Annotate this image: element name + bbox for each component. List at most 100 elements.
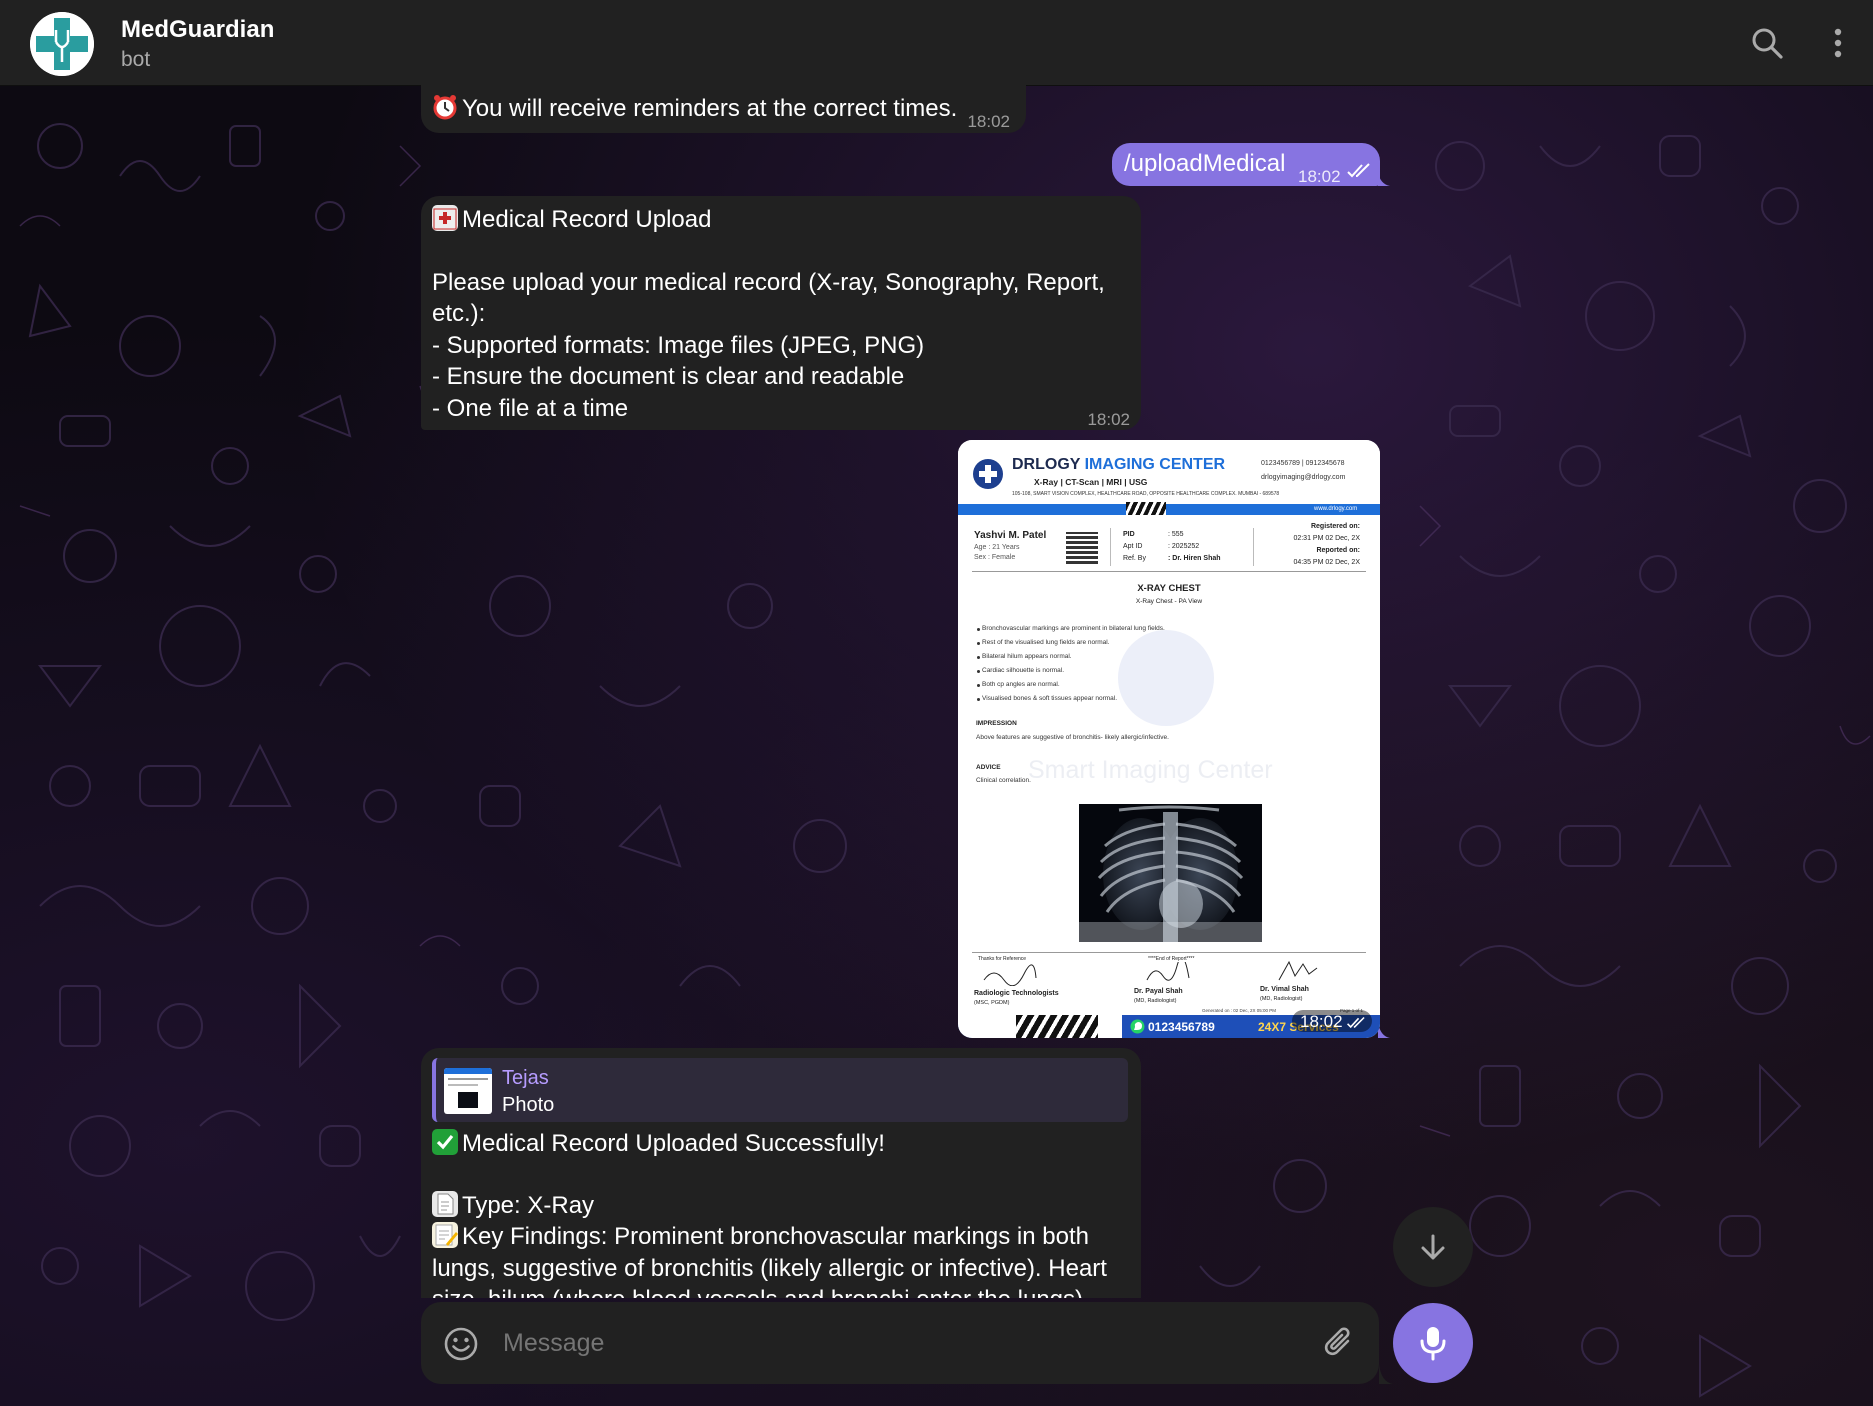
message-input[interactable] bbox=[503, 1320, 1283, 1366]
double-check-icon bbox=[1347, 1016, 1365, 1029]
reply-author: Tejas bbox=[502, 1067, 549, 1089]
signatory-1-name: Radiologic Technologists bbox=[974, 990, 1059, 997]
apt-value: : 2025252 bbox=[1168, 543, 1200, 550]
message-line: - One file at a time bbox=[432, 395, 629, 422]
hospital-icon bbox=[432, 205, 458, 231]
message-text: You will receive reminders at the correc… bbox=[462, 95, 958, 122]
reported-label: Reported on: bbox=[1316, 547, 1360, 554]
signatory-2-name: Dr. Payal Shah bbox=[1134, 988, 1183, 995]
generated-on: Generated on : 02 Dec, 2X 05:00 PM bbox=[1202, 1008, 1277, 1013]
reported-value: 04:35 PM 02 Dec, 2X bbox=[1293, 559, 1360, 566]
center-services: X-Ray | CT-Scan | MRI | USG bbox=[1034, 477, 1148, 487]
exam-subtitle: X-Ray Chest - PA View bbox=[1135, 598, 1203, 605]
center-phone: 0123456789 | 0912345678 bbox=[1261, 460, 1345, 467]
smile-icon[interactable] bbox=[443, 1326, 479, 1362]
double-check-icon bbox=[1347, 163, 1370, 178]
advice-label: ADVICE bbox=[976, 764, 1001, 771]
message-time: 18:02 bbox=[967, 112, 1010, 131]
exam-title: X-RAY CHEST bbox=[1137, 583, 1201, 594]
more-vertical-icon bbox=[1834, 28, 1842, 58]
findings-text: lungs, suggestive of bronchitis (likely … bbox=[432, 1255, 1107, 1282]
record-type: Type: X-Ray bbox=[462, 1192, 595, 1219]
advice-text: Clinical correlation. bbox=[976, 777, 1031, 784]
message-upload-prompt[interactable]: Medical Record Upload Please upload your… bbox=[421, 196, 1141, 430]
microphone-icon bbox=[1420, 1327, 1446, 1361]
findings-text: size, hilum (where blood vessels and bro… bbox=[432, 1284, 1090, 1298]
finding-item: Cardiac silhouette is normal. bbox=[982, 667, 1065, 674]
apt-label: Apt ID bbox=[1123, 543, 1143, 550]
findings-text: Key Findings: Prominent bronchovascular … bbox=[462, 1223, 1089, 1250]
signatory-3-name: Dr. Vimal Shah bbox=[1260, 986, 1309, 993]
pid-value: : 555 bbox=[1168, 531, 1184, 538]
message-line: etc.): bbox=[432, 300, 486, 327]
message-time: 18:02 bbox=[1298, 167, 1341, 186]
impression-label: IMPRESSION bbox=[976, 720, 1017, 727]
pid-label: PID bbox=[1123, 531, 1135, 538]
patient-age: Age : 21 Years bbox=[974, 544, 1020, 551]
message-title: Medical Record Upload bbox=[462, 206, 712, 233]
finding-item: Bilateral hilum appears normal. bbox=[982, 653, 1072, 660]
patient-name: Yashvi M. Patel bbox=[974, 530, 1047, 541]
registered-label: Registered on: bbox=[1310, 523, 1360, 530]
message-text: /uploadMedical bbox=[1124, 150, 1286, 177]
whatsapp-icon bbox=[1130, 1019, 1145, 1034]
finding-item: Both cp angles are normal. bbox=[982, 681, 1060, 688]
center-website: www.drlogy.com bbox=[1314, 506, 1358, 512]
center-email: drlogyimaging@drlogy.com bbox=[1261, 474, 1346, 481]
message-upload-success[interactable]: Tejas Photo Medical Record Uploaded Succ… bbox=[421, 1048, 1141, 1298]
reply-thumbnail bbox=[444, 1068, 492, 1114]
signatory-2-degree: (MD, Radiologist) bbox=[1134, 998, 1177, 1004]
patient-sex: Sex : Female bbox=[974, 554, 1016, 561]
message-line: - Ensure the document is clear and reada… bbox=[432, 363, 905, 390]
medical-cross-icon bbox=[30, 12, 94, 76]
watermark-text: Smart Imaging Center bbox=[1028, 756, 1273, 784]
scroll-down-button[interactable] bbox=[1393, 1207, 1473, 1287]
memo-icon bbox=[432, 1222, 458, 1248]
center-name: DRLOGY bbox=[1012, 456, 1081, 473]
message-composer[interactable] bbox=[421, 1302, 1379, 1384]
paperclip-icon[interactable] bbox=[1321, 1324, 1357, 1362]
success-title: Medical Record Uploaded Successfully! bbox=[462, 1130, 885, 1157]
chat-status: bot bbox=[121, 48, 151, 71]
medical-report-image[interactable]: DRLOGY IMAGING CENTER X-Ray | CT-Scan | … bbox=[958, 440, 1380, 1038]
finding-item: Rest of the visualised lung fields are n… bbox=[982, 639, 1110, 646]
search-button[interactable] bbox=[1746, 22, 1788, 64]
ref-value: : Dr. Hiren Shah bbox=[1168, 555, 1221, 562]
page-icon bbox=[432, 1191, 458, 1217]
signatory-3-degree: (MD, Radiologist) bbox=[1260, 996, 1303, 1002]
center-name-suffix: IMAGING CENTER bbox=[1084, 456, 1226, 473]
ref-label: Ref. By bbox=[1123, 555, 1146, 562]
message-line: Please upload your medical record (X-ray… bbox=[432, 269, 1105, 296]
reply-text: Photo bbox=[502, 1094, 555, 1116]
arrow-down-icon bbox=[1421, 1234, 1445, 1260]
signature-2 bbox=[1146, 962, 1190, 981]
center-address: 105-108, SMART VISION COMPLEX, HEALTHCAR… bbox=[1012, 491, 1280, 497]
thanks-text: Thanks for Reference bbox=[978, 956, 1027, 962]
signature-3 bbox=[1278, 960, 1318, 981]
signatory-1-degree: (MSC, PGDM) bbox=[974, 1000, 1010, 1006]
composer-tail bbox=[1379, 1364, 1393, 1384]
reply-preview[interactable]: Tejas Photo bbox=[432, 1058, 1128, 1122]
message-time: 18:02 bbox=[1300, 1012, 1343, 1031]
chat-title[interactable]: MedGuardian bbox=[121, 16, 274, 44]
search-icon bbox=[1752, 28, 1783, 59]
message-time: 18:02 bbox=[1087, 410, 1130, 429]
signature-1 bbox=[983, 964, 1037, 986]
registered-value: 02:31 PM 02 Dec, 2X bbox=[1293, 535, 1360, 542]
finding-item: Visualised bones & soft tissues appear n… bbox=[982, 695, 1118, 702]
chat-header[interactable]: MedGuardian bot bbox=[0, 0, 1873, 86]
xray-image[interactable] bbox=[1079, 804, 1262, 942]
message-command[interactable]: /uploadMedical 18:02 bbox=[1112, 143, 1390, 186]
voice-record-button[interactable] bbox=[1393, 1303, 1473, 1383]
watermark-logo bbox=[1118, 630, 1214, 726]
more-button[interactable] bbox=[1818, 22, 1858, 64]
avatar[interactable] bbox=[30, 12, 94, 76]
qr-code bbox=[1066, 532, 1098, 564]
impression-text: Above features are suggestive of bronchi… bbox=[976, 734, 1169, 741]
message-line: - Supported formats: Image files (JPEG, … bbox=[432, 332, 925, 359]
message-reminder[interactable]: You will receive reminders at the correc… bbox=[421, 78, 1026, 133]
bubble-tail bbox=[1378, 172, 1390, 186]
finding-item: Bronchovascular markings are prominent i… bbox=[982, 625, 1165, 632]
check-mark-icon bbox=[432, 1129, 458, 1155]
clinic-logo-icon bbox=[973, 459, 1003, 489]
